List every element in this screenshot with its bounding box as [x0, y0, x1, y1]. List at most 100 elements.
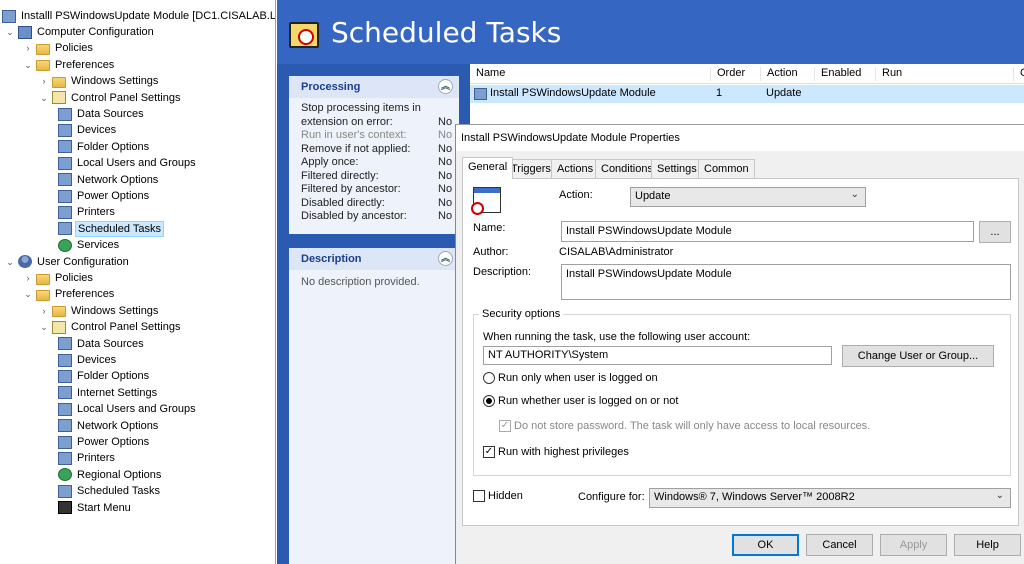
name-field[interactable]: Install PSWindowsUpdate Module	[561, 221, 974, 242]
users-groups-icon	[58, 402, 72, 416]
processing-row: Stop processing items in	[289, 102, 459, 116]
col-enabled[interactable]: Enabled	[814, 67, 861, 81]
description-field[interactable]: Install PSWindowsUpdate Module	[561, 264, 1011, 300]
chevron-down-icon[interactable]: ⌄	[4, 254, 16, 270]
tree-item[interactable]: Local Users and Groups	[56, 401, 198, 417]
radio-whether-logged-on[interactable]: Run whether user is logged on or not	[483, 395, 678, 407]
tree-item-label: Data Sources	[77, 108, 144, 120]
action-select[interactable]: Update ⌄	[630, 187, 866, 207]
folder-icon	[36, 289, 50, 301]
tree-item[interactable]: Internet Settings	[56, 385, 159, 401]
tree-item[interactable]: Local Users and Groups	[56, 155, 198, 171]
help-button[interactable]: Help	[954, 534, 1021, 556]
processing-row: Disabled by ancestor: No	[289, 210, 459, 224]
services-icon	[58, 238, 72, 252]
tree-item[interactable]: Power Options	[56, 188, 151, 204]
tab-general[interactable]: General	[462, 157, 514, 179]
configure-for-label: Configure for:	[578, 491, 645, 503]
col-order[interactable]: Order	[710, 67, 745, 81]
chevron-right-icon[interactable]: ›	[38, 303, 50, 319]
processing-label: Disabled directly:	[301, 196, 385, 209]
tree-item[interactable]: Printers	[56, 450, 117, 466]
tree-item[interactable]: Power Options	[56, 434, 151, 450]
tree-item[interactable]: Services	[56, 237, 121, 253]
col-action[interactable]: Action	[760, 67, 798, 81]
tree-item[interactable]: ⌄ Preferences	[22, 286, 116, 302]
col-run[interactable]: Run	[875, 67, 902, 81]
tab-conditions[interactable]: Conditions	[595, 159, 659, 178]
tab-settings[interactable]: Settings	[651, 159, 703, 178]
tree-root-label: Installl PSWindowsUpdate Module [DC1.CIS…	[21, 10, 276, 22]
change-user-button[interactable]: Change User or Group...	[842, 345, 994, 367]
scheduled-tasks-icon	[289, 22, 319, 48]
tree-item-label: Printers	[77, 452, 115, 465]
tree-item-label: Control Panel Settings	[71, 321, 181, 334]
col-name[interactable]: Name	[470, 67, 505, 81]
tree-root[interactable]: Installl PSWindowsUpdate Module [DC1.CIS…	[2, 8, 276, 24]
tree-item[interactable]: › Policies	[22, 40, 95, 56]
tree-item[interactable]: ⌄ User Configuration	[4, 254, 131, 270]
radio-logged-on[interactable]: Run only when user is logged on	[483, 372, 658, 384]
radio-circle-selected	[483, 395, 495, 407]
chevron-down-icon[interactable]: ⌄	[22, 57, 34, 73]
tree-item[interactable]: Devices	[56, 122, 118, 138]
start-menu-icon	[58, 501, 72, 515]
table-row[interactable]: Install PSWindowsUpdate Module 1 Update	[470, 85, 1024, 103]
folder-options-icon	[58, 140, 72, 154]
ok-button[interactable]: OK	[732, 534, 799, 556]
tree-item[interactable]: ⌄ Computer Configuration	[4, 24, 156, 40]
chevron-down-icon[interactable]: ⌄	[38, 90, 50, 106]
description-header[interactable]: Description ︽	[289, 248, 459, 270]
browse-button[interactable]: ...	[979, 221, 1011, 243]
tree-item[interactable]: Scheduled Tasks	[56, 483, 162, 499]
cancel-button[interactable]: Cancel	[806, 534, 873, 556]
tree-item[interactable]: Regional Options	[56, 467, 163, 483]
hidden-checkbox[interactable]: Hidden	[473, 490, 523, 502]
account-prompt: When running the task, use the following…	[483, 331, 751, 343]
control-panel-icon	[52, 320, 66, 334]
network-icon	[58, 419, 72, 433]
processing-header[interactable]: Processing ︽	[289, 76, 459, 98]
collapse-up-icon[interactable]: ︽	[438, 251, 453, 266]
power-icon	[58, 435, 72, 449]
chevron-right-icon[interactable]: ›	[38, 73, 50, 89]
tree-item[interactable]: Scheduled Tasks	[56, 220, 164, 237]
chevron-down-icon[interactable]: ⌄	[38, 319, 50, 335]
tree-item-label: User Configuration	[37, 255, 129, 268]
tree-item[interactable]: Start Menu	[56, 500, 133, 516]
tab-actions[interactable]: Actions	[551, 159, 600, 178]
page-header: Scheduled Tasks	[277, 0, 1024, 64]
configure-for-select[interactable]: Windows® 7, Windows Server™ 2008R2 ⌄	[649, 488, 1011, 508]
chevron-down-icon[interactable]: ⌄	[22, 286, 34, 302]
tree-item[interactable]: Data Sources	[56, 106, 146, 122]
chevron-right-icon[interactable]: ›	[22, 270, 34, 286]
tree-item[interactable]: ⌄ Preferences	[22, 57, 116, 73]
tree-item[interactable]: ⌄ Control Panel Settings	[38, 319, 182, 335]
row-action: Update	[766, 87, 802, 99]
tree-item[interactable]: Printers	[56, 204, 117, 220]
collapse-up-icon[interactable]: ︽	[438, 79, 453, 94]
col-c[interactable]: C	[1013, 67, 1024, 81]
tree-item[interactable]: ⌄ Control Panel Settings	[38, 90, 182, 106]
chevron-down-icon[interactable]: ⌄	[4, 24, 16, 40]
highest-privileges-checkbox[interactable]: ✓ Run with highest privileges	[483, 446, 629, 458]
tree-item[interactable]: › Windows Settings	[38, 303, 160, 319]
no-store-password-checkbox[interactable]: ✓ Do not store password. The task will o…	[499, 420, 870, 432]
tasks-list[interactable]: Name Order Action Enabled Run C Install …	[470, 64, 1024, 124]
tree-item[interactable]: Devices	[56, 352, 118, 368]
user-account-field[interactable]: NT AUTHORITY\System	[483, 346, 832, 365]
tree-item[interactable]: Network Options	[56, 418, 160, 434]
tree-item[interactable]: › Policies	[22, 270, 95, 286]
devices-icon	[58, 123, 72, 137]
tree-item[interactable]: Network Options	[56, 172, 160, 188]
navigation-tree[interactable]: Installl PSWindowsUpdate Module [DC1.CIS…	[0, 0, 276, 564]
tree-item[interactable]: › Windows Settings	[38, 73, 160, 89]
tab-common[interactable]: Common	[698, 159, 755, 178]
tree-item[interactable]: Data Sources	[56, 336, 146, 352]
tree-item[interactable]: Folder Options	[56, 139, 151, 155]
chevron-right-icon[interactable]: ›	[22, 40, 34, 56]
apply-button[interactable]: Apply	[880, 534, 947, 556]
tree-item[interactable]: Folder Options	[56, 368, 151, 384]
list-header: Name Order Action Enabled Run C	[470, 64, 1024, 84]
processing-value: No	[438, 183, 453, 195]
